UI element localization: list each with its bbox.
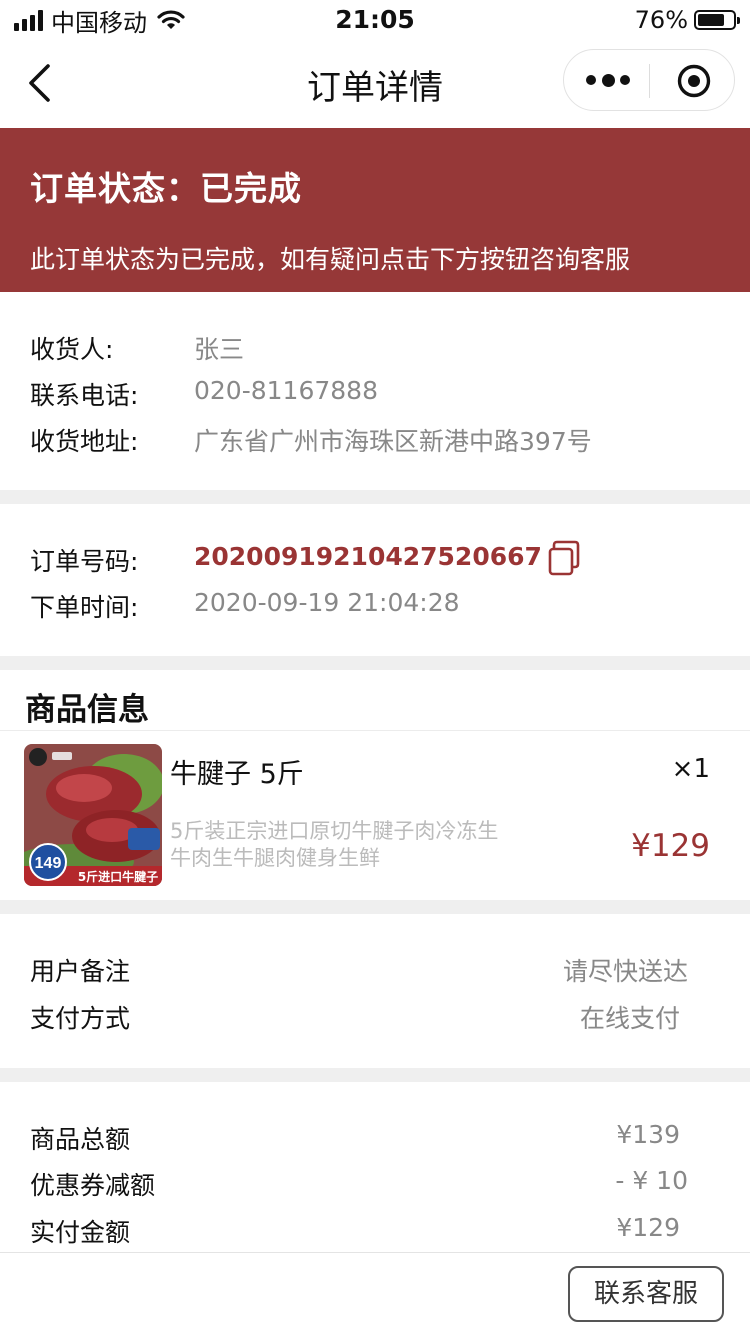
battery-cap [737, 17, 740, 24]
order-status-description: 此订单状态为已完成，如有疑问点击下方按钮咨询客服 [30, 245, 631, 274]
capsule-divider [649, 64, 650, 98]
image-badge-price: 149 [35, 855, 62, 872]
order-time-label: 下单时间: [30, 593, 139, 622]
recipient-name: 张三 [194, 335, 245, 364]
section-divider [0, 656, 750, 670]
section-divider [0, 490, 750, 504]
coupon-label: 优惠券减额 [30, 1171, 156, 1200]
footer-divider [0, 1252, 750, 1253]
battery-fill [698, 14, 724, 26]
goods-section-title: 商品信息 [25, 692, 149, 728]
order-status-banner: 订单状态：已完成 此订单状态为已完成，如有疑问点击下方按钮咨询客服 [0, 128, 750, 292]
product-name[interactable]: 牛腱子 5斤 [170, 752, 304, 791]
status-right: 76% [634, 6, 740, 34]
product-image[interactable]: 149 5斤进口牛腱子 [24, 744, 162, 886]
contact-service-button[interactable]: 联系客服 [568, 1266, 724, 1322]
order-status-title: 订单状态：已完成 [30, 169, 302, 208]
copy-icon[interactable] [547, 540, 581, 576]
recipient-phone: 020-81167888 [194, 376, 378, 405]
payment-method: 在线支付 [579, 1004, 680, 1033]
product-description: 5斤装正宗进口原切牛腱子肉冷冻生牛肉生牛腿肉健身生鲜 [170, 819, 499, 870]
product-photo: 149 5斤进口牛腱子 [24, 744, 162, 886]
product-quantity: ×1 [671, 754, 710, 784]
user-note-label: 用户备注 [30, 957, 131, 986]
recipient-address-label: 收货地址: [30, 427, 139, 456]
coupon-value: - ¥ 10 [615, 1166, 688, 1195]
paid-label: 实付金额 [30, 1218, 131, 1247]
recipient-phone-label: 联系电话: [30, 381, 139, 410]
subtotal-value: ¥139 [616, 1120, 680, 1149]
image-caption: 5斤进口牛腱子 [78, 869, 158, 884]
battery-icon [694, 10, 740, 30]
recipient-address: 广东省广州市海珠区新港中路397号 [194, 427, 592, 456]
paid-value: ¥129 [616, 1213, 680, 1242]
order-number: 20200919210427520667 [194, 542, 542, 571]
close-target-icon[interactable] [676, 63, 712, 99]
section-divider [0, 1068, 750, 1082]
battery-percent: 76% [634, 6, 688, 34]
recipient-name-label: 收货人: [30, 335, 114, 364]
divider [0, 730, 750, 731]
payment-method-label: 支付方式 [30, 1004, 131, 1033]
product-price: ¥129 [631, 828, 710, 864]
section-divider [0, 900, 750, 914]
nav-bar: 订单详情 [0, 40, 750, 128]
mini-program-capsule [563, 49, 735, 111]
subtotal-label: 商品总额 [30, 1125, 131, 1154]
order-number-label: 订单号码: [30, 547, 139, 576]
status-bar: 中国移动 21:05 76% [0, 0, 750, 40]
more-dots-icon[interactable] [586, 70, 630, 90]
order-time: 2020-09-19 21:04:28 [194, 588, 460, 617]
user-note: 请尽快送达 [562, 957, 688, 986]
